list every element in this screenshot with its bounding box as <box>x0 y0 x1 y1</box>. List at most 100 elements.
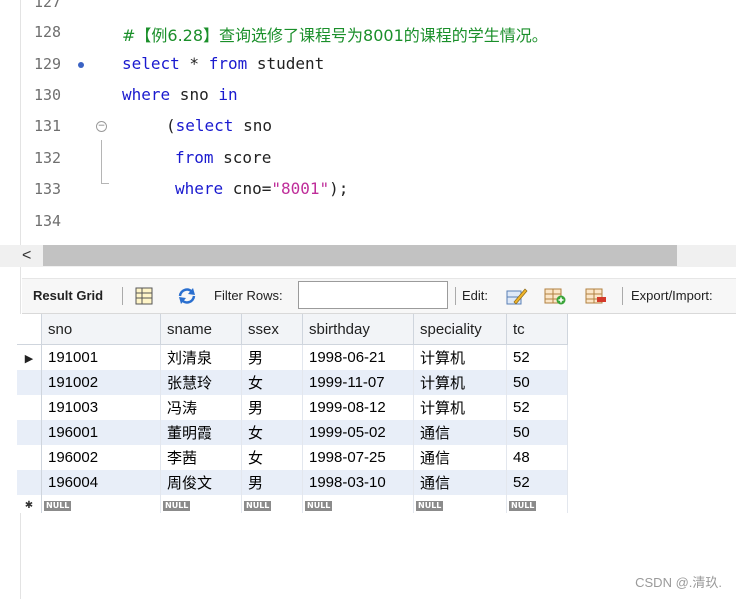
sql-editor[interactable]: 127 128 #【例6.28】查询选修了课程号为8001的课程的学生情况。 129 s… <box>0 0 736 240</box>
editor-line[interactable]: 131 (select sno − <box>0 112 736 142</box>
current-row-arrow-icon[interactable]: ▶ <box>17 344 42 370</box>
new-row-asterisk-icon[interactable]: ✱ <box>17 495 42 513</box>
null-badge: NULL <box>416 501 444 511</box>
cell-sname[interactable]: 周俊文 <box>160 470 242 495</box>
cell-tc[interactable]: 52 <box>506 470 568 495</box>
delete-row-icon[interactable] <box>585 286 607 306</box>
cell-ssex[interactable]: 女 <box>241 420 303 445</box>
edit-cell-icon[interactable] <box>506 286 528 306</box>
table-row[interactable]: 196002 李茜女 1998-07-25 通信 48 <box>17 445 568 470</box>
row-indicator[interactable] <box>17 395 42 420</box>
new-cell-tc[interactable]: NULL <box>506 495 568 513</box>
sql-keyword: from <box>175 148 214 167</box>
cell-tc[interactable]: 52 <box>506 395 568 420</box>
cell-sname[interactable]: 冯涛 <box>160 395 242 420</box>
edit-label: Edit: <box>462 288 489 303</box>
fold-collapse-icon[interactable]: − <box>96 121 107 132</box>
cell-sname[interactable]: 刘清泉 <box>160 344 242 370</box>
editor-line[interactable]: 133 where cno="8001"); <box>0 175 736 205</box>
cell-speciality[interactable]: 通信 <box>413 445 507 470</box>
cell-sno[interactable]: 196002 <box>41 445 161 470</box>
editor-line[interactable]: 128 #【例6.28】查询选修了课程号为8001的课程的学生情况。 <box>0 18 736 48</box>
column-header-sname[interactable]: sname <box>160 314 242 345</box>
row-indicator[interactable] <box>17 470 42 495</box>
watermark: CSDN @.清玖. <box>635 575 722 590</box>
cell-sbirthday[interactable]: 1998-06-21 <box>302 344 414 370</box>
cell-sbirthday[interactable]: 1998-03-10 <box>302 470 414 495</box>
null-badge: NULL <box>305 501 333 511</box>
cell-tc[interactable]: 50 <box>506 420 568 445</box>
cell-sbirthday[interactable]: 1999-05-02 <box>302 420 414 445</box>
fold-guide <box>101 140 102 184</box>
cell-speciality[interactable]: 计算机 <box>413 344 507 370</box>
row-indicator[interactable] <box>17 420 42 445</box>
editor-line[interactable]: 129 select * from student <box>0 50 736 80</box>
code-text: (select sno <box>166 116 272 135</box>
cell-sbirthday[interactable]: 1999-08-12 <box>302 395 414 420</box>
new-cell-speciality[interactable]: NULL <box>413 495 507 513</box>
scroll-left-icon[interactable]: < <box>22 245 31 267</box>
filter-rows-input[interactable] <box>298 281 448 309</box>
cell-speciality[interactable]: 计算机 <box>413 395 507 420</box>
cell-tc[interactable]: 48 <box>506 445 568 470</box>
cell-speciality[interactable]: 通信 <box>413 470 507 495</box>
code-text: from score <box>175 148 271 167</box>
cell-ssex[interactable]: 女 <box>241 445 303 470</box>
result-grid: sno sname ssex sbirthday speciality tc ▶ 191001… <box>17 314 568 513</box>
column-header-ssex[interactable]: ssex <box>241 314 303 345</box>
line-number: 134 <box>34 212 62 230</box>
table-row[interactable]: 191003 冯涛男 1999-08-12 计算机 52 <box>17 395 568 420</box>
cell-sname[interactable]: 董明霞 <box>160 420 242 445</box>
row-indicator[interactable] <box>17 445 42 470</box>
cell-ssex[interactable]: 男 <box>241 395 303 420</box>
cell-tc[interactable]: 50 <box>506 370 568 395</box>
row-indicator[interactable] <box>17 370 42 395</box>
column-header-sbirthday[interactable]: sbirthday <box>302 314 414 345</box>
table-row[interactable]: ▶ 191001 刘清泉男 1998-06-21 计算机 52 <box>17 344 568 370</box>
sql-token: score <box>213 148 272 167</box>
cell-ssex[interactable]: 男 <box>241 470 303 495</box>
separator <box>622 287 623 305</box>
table-row[interactable]: 196001 董明霞女 1999-05-02 通信 50 <box>17 420 568 445</box>
cell-sno[interactable]: 191003 <box>41 395 161 420</box>
editor-line[interactable]: 132 from score <box>0 144 736 174</box>
sql-token: * <box>179 54 209 73</box>
new-cell-sname[interactable]: NULL <box>160 495 242 513</box>
cell-sbirthday[interactable]: 1999-11-07 <box>302 370 414 395</box>
new-cell-sbirthday[interactable]: NULL <box>302 495 414 513</box>
cell-sno[interactable]: 191002 <box>41 370 161 395</box>
cell-ssex[interactable]: 男 <box>241 344 303 370</box>
sql-keyword: select <box>122 54 180 73</box>
new-cell-sno[interactable]: NULL <box>41 495 161 513</box>
editor-line[interactable]: 130 where sno in <box>0 81 736 111</box>
code-text: where cno="8001"); <box>175 179 348 198</box>
column-header-speciality[interactable]: speciality <box>413 314 507 345</box>
column-header-tc[interactable]: tc <box>506 314 568 345</box>
new-row[interactable]: ✱ NULL NULL NULL NULL NULL NULL <box>17 495 568 513</box>
column-header-sno[interactable]: sno <box>41 314 161 345</box>
cell-ssex[interactable]: 女 <box>241 370 303 395</box>
cell-sbirthday[interactable]: 1998-07-25 <box>302 445 414 470</box>
sql-token: cno= <box>223 179 272 198</box>
cell-speciality[interactable]: 通信 <box>413 420 507 445</box>
new-cell-ssex[interactable]: NULL <box>241 495 303 513</box>
cell-sname[interactable]: 张慧玲 <box>160 370 242 395</box>
cell-sno[interactable]: 196004 <box>41 470 161 495</box>
grid-layout-icon[interactable] <box>134 286 156 306</box>
editor-line[interactable]: 134 <box>0 207 736 237</box>
editor-line[interactable]: 127 <box>0 0 736 18</box>
cell-sno[interactable]: 196001 <box>41 420 161 445</box>
code-text: select * from student <box>122 54 324 73</box>
scrollbar-thumb[interactable] <box>43 245 677 266</box>
cell-sno[interactable]: 191001 <box>41 344 161 370</box>
table-row[interactable]: 196004 周俊文男 1998-03-10 通信 52 <box>17 470 568 495</box>
refresh-icon[interactable] <box>176 286 198 306</box>
export-import-label: Export/Import: <box>631 288 713 303</box>
cell-speciality[interactable]: 计算机 <box>413 370 507 395</box>
result-grid-tab[interactable]: Result Grid <box>33 288 103 303</box>
sql-comment: #【例6.28】查询选修了课程号为8001的课程的学生情况。 <box>122 26 548 45</box>
add-row-icon[interactable] <box>544 286 566 306</box>
cell-tc[interactable]: 52 <box>506 344 568 370</box>
cell-sname[interactable]: 李茜 <box>160 445 242 470</box>
table-row[interactable]: 191002 张慧玲女 1999-11-07 计算机 50 <box>17 370 568 395</box>
